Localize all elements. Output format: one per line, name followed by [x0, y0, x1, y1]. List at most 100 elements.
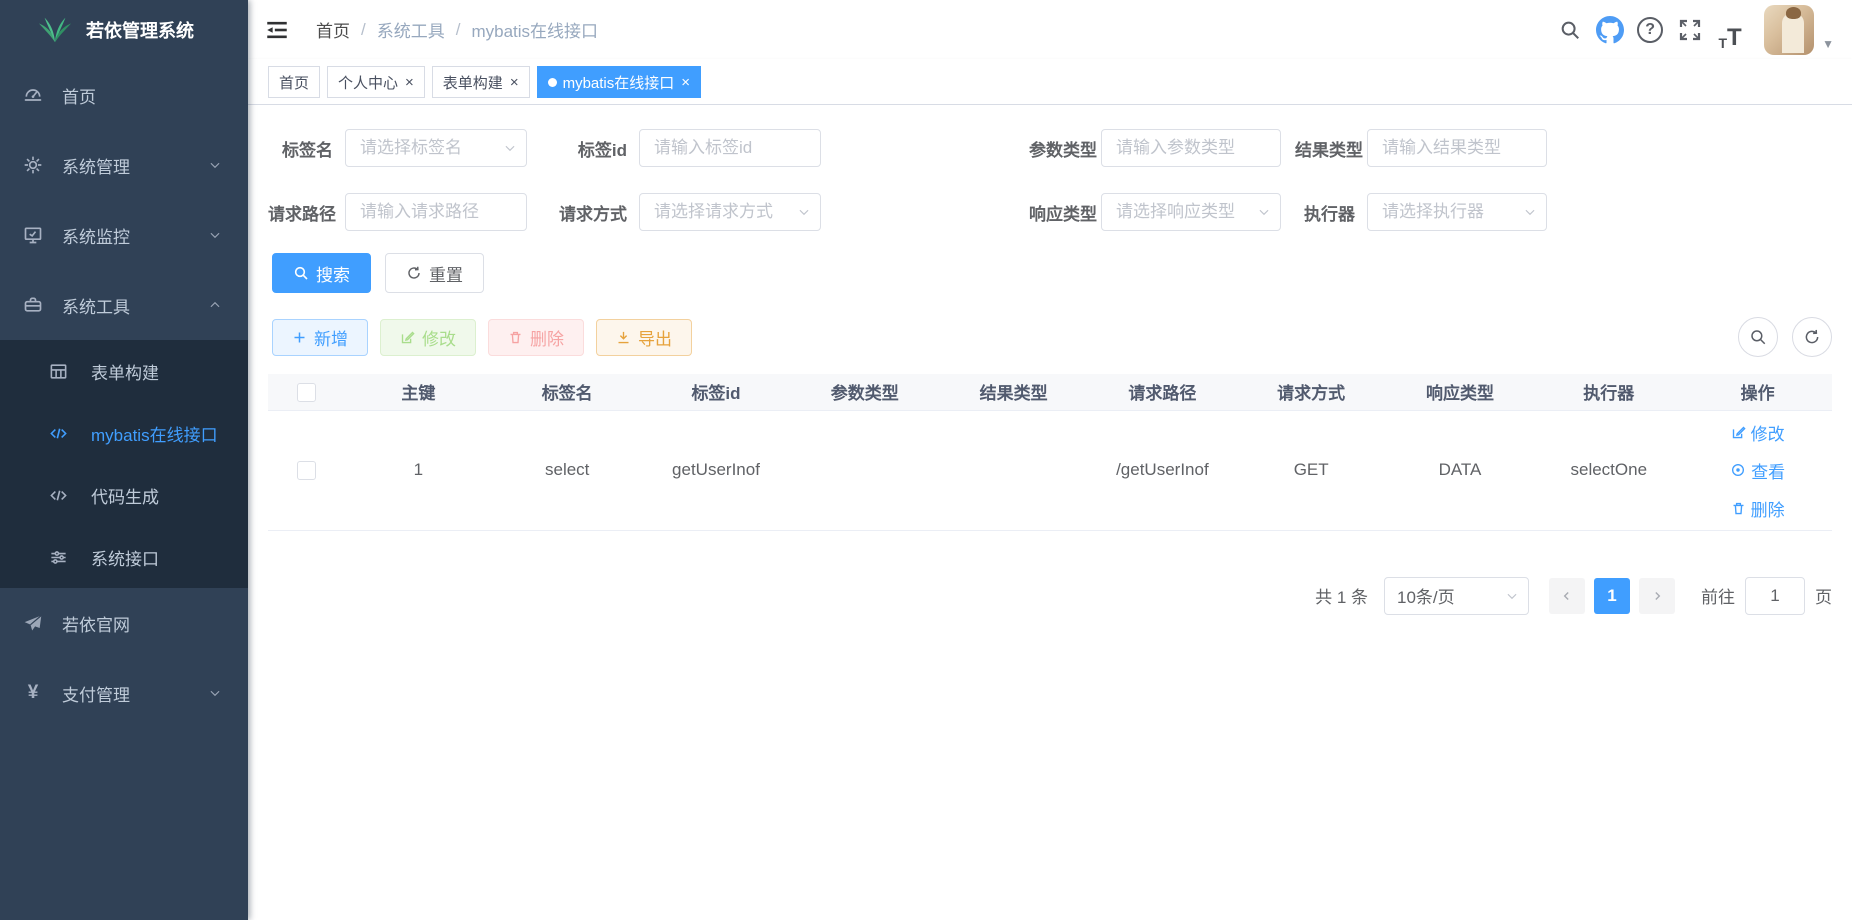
close-icon[interactable]: ×: [681, 75, 690, 90]
tag-id-input[interactable]: [639, 129, 821, 167]
export-button[interactable]: 导出: [596, 319, 692, 356]
chevron-down-icon: [1505, 589, 1519, 603]
tab-label: mybatis在线接口: [563, 72, 675, 93]
page-unit-label: 页: [1815, 583, 1832, 608]
sidebar-item-mybatis-online-api[interactable]: mybatis在线接口: [0, 402, 248, 464]
sidebar-item-code-generation[interactable]: 代码生成: [0, 464, 248, 526]
table-toolbar: 新增 修改 删除: [272, 317, 1832, 357]
close-icon[interactable]: ×: [510, 75, 519, 90]
sidebar-item-label: 表单构建: [91, 359, 159, 384]
app-title: 若依管理系统: [86, 17, 194, 43]
response-type-select[interactable]: [1101, 193, 1281, 231]
logo-area[interactable]: 若依管理系统: [0, 0, 248, 60]
breadcrumb-home[interactable]: 首页: [316, 17, 350, 42]
sidebar-item-payment-manage[interactable]: ¥ 支付管理: [0, 658, 248, 728]
code-icon: [47, 484, 69, 506]
code-icon: [47, 422, 69, 444]
tag-name-select[interactable]: [345, 129, 527, 167]
avatar[interactable]: [1764, 5, 1814, 55]
sidebar-item-label: 系统接口: [91, 545, 159, 570]
row-edit-link[interactable]: 修改: [1731, 420, 1785, 445]
edit-button[interactable]: 修改: [380, 319, 476, 356]
leaf-logo-icon: [38, 16, 72, 44]
sidebar-item-system-monitor[interactable]: 系统监控: [0, 200, 248, 270]
request-path-input[interactable]: [345, 193, 527, 231]
field-label: 响应类型: [1029, 200, 1101, 225]
reset-button[interactable]: 重置: [385, 253, 484, 293]
goto-page-input[interactable]: [1745, 577, 1805, 615]
search-button[interactable]: 搜索: [272, 253, 371, 293]
search-button-label: 搜索: [316, 261, 350, 286]
page-size-select[interactable]: 10条/页: [1384, 577, 1529, 615]
row-delete-link[interactable]: 删除: [1731, 496, 1785, 521]
delete-button[interactable]: 删除: [488, 319, 584, 356]
sidebar-toggle-icon[interactable]: [264, 17, 290, 43]
fullscreen-icon[interactable]: [1670, 10, 1710, 50]
select-all-checkbox[interactable]: [297, 383, 316, 402]
table-row[interactable]: 1 select getUserInof /getUserInof GET DA…: [268, 410, 1832, 530]
row-view-link[interactable]: 查看: [1730, 458, 1785, 483]
request-method-select[interactable]: [639, 193, 821, 231]
sidebar-item-label: 若依官网: [62, 611, 130, 636]
cell-id: 1: [344, 410, 493, 530]
breadcrumb: 首页 / 系统工具 / mybatis在线接口: [316, 17, 598, 42]
sidebar-item-ruoyi-website[interactable]: 若依官网: [0, 588, 248, 658]
add-button[interactable]: 新增: [272, 319, 368, 356]
search-form-row-1: 标签名 标签id 参数类型: [268, 129, 1832, 167]
add-button-label: 新增: [314, 325, 348, 350]
cell-result-type: [939, 410, 1088, 530]
breadcrumb-current: mybatis在线接口: [471, 17, 598, 42]
cell-actions: 修改 查看: [1683, 410, 1832, 530]
user-menu[interactable]: ▼: [1764, 5, 1834, 55]
font-size-icon[interactable]: TT: [1710, 10, 1750, 50]
table-header-row: 主键 标签名 标签id 参数类型 结果类型 请求路径 请求方式 响应类型 执行器…: [268, 374, 1832, 410]
tab-mybatis-online-api[interactable]: mybatis在线接口 ×: [537, 66, 701, 98]
form-item-request-method: 请求方式: [557, 193, 821, 231]
tab-label: 首页: [279, 72, 309, 93]
help-icon[interactable]: ?: [1630, 10, 1670, 50]
prev-page-button[interactable]: [1549, 578, 1585, 614]
github-icon[interactable]: [1590, 10, 1630, 50]
dashboard-icon: [22, 84, 44, 106]
sidebar-item-label: 支付管理: [62, 681, 130, 706]
yen-icon: ¥: [22, 682, 44, 704]
cell-param-type: [790, 410, 939, 530]
app-root: 若依管理系统 首页 系统管理: [0, 0, 1852, 920]
trash-icon: [1731, 501, 1746, 516]
sidebar-menu: 首页 系统管理: [0, 60, 248, 728]
close-icon[interactable]: ×: [405, 75, 414, 90]
refresh-table-button[interactable]: [1792, 317, 1832, 357]
tab-profile[interactable]: 个人中心 ×: [327, 66, 425, 98]
cell-method: GET: [1237, 410, 1386, 530]
cell-executor: selectOne: [1534, 410, 1683, 530]
toggle-search-button[interactable]: [1738, 317, 1778, 357]
column-header: 请求路径: [1088, 374, 1237, 410]
header-search-icon[interactable]: [1550, 10, 1590, 50]
tab-home[interactable]: 首页: [268, 66, 320, 98]
field-label: 结果类型: [1295, 136, 1367, 161]
param-type-input[interactable]: [1101, 129, 1281, 167]
column-header: 标签名: [493, 374, 642, 410]
next-page-button[interactable]: [1639, 578, 1675, 614]
sidebar-item-system-tools[interactable]: 系统工具: [0, 270, 248, 340]
page-number-button[interactable]: 1: [1594, 578, 1630, 614]
eye-icon: [1730, 462, 1746, 478]
executor-select[interactable]: [1367, 193, 1547, 231]
form-item-result-type: 结果类型: [1295, 129, 1547, 167]
gear-icon: [22, 154, 44, 176]
sidebar-item-home[interactable]: 首页: [0, 60, 248, 130]
edit-icon: [400, 330, 415, 345]
edit-button-label: 修改: [422, 325, 456, 350]
sliders-icon: [47, 546, 69, 568]
sidebar-item-system-api[interactable]: 系统接口: [0, 526, 248, 588]
chevron-down-icon: [208, 686, 222, 700]
tab-form-builder[interactable]: 表单构建 ×: [432, 66, 530, 98]
result-type-input[interactable]: [1367, 129, 1547, 167]
monitor-icon: [22, 224, 44, 246]
form-item-response-type: 响应类型: [1029, 193, 1281, 231]
sidebar-item-form-builder[interactable]: 表单构建: [0, 340, 248, 402]
page-size-value: 10条/页: [1397, 583, 1455, 608]
row-checkbox[interactable]: [297, 461, 316, 480]
sidebar-item-system-manage[interactable]: 系统管理: [0, 130, 248, 200]
form-item-executor: 执行器: [1295, 193, 1547, 231]
